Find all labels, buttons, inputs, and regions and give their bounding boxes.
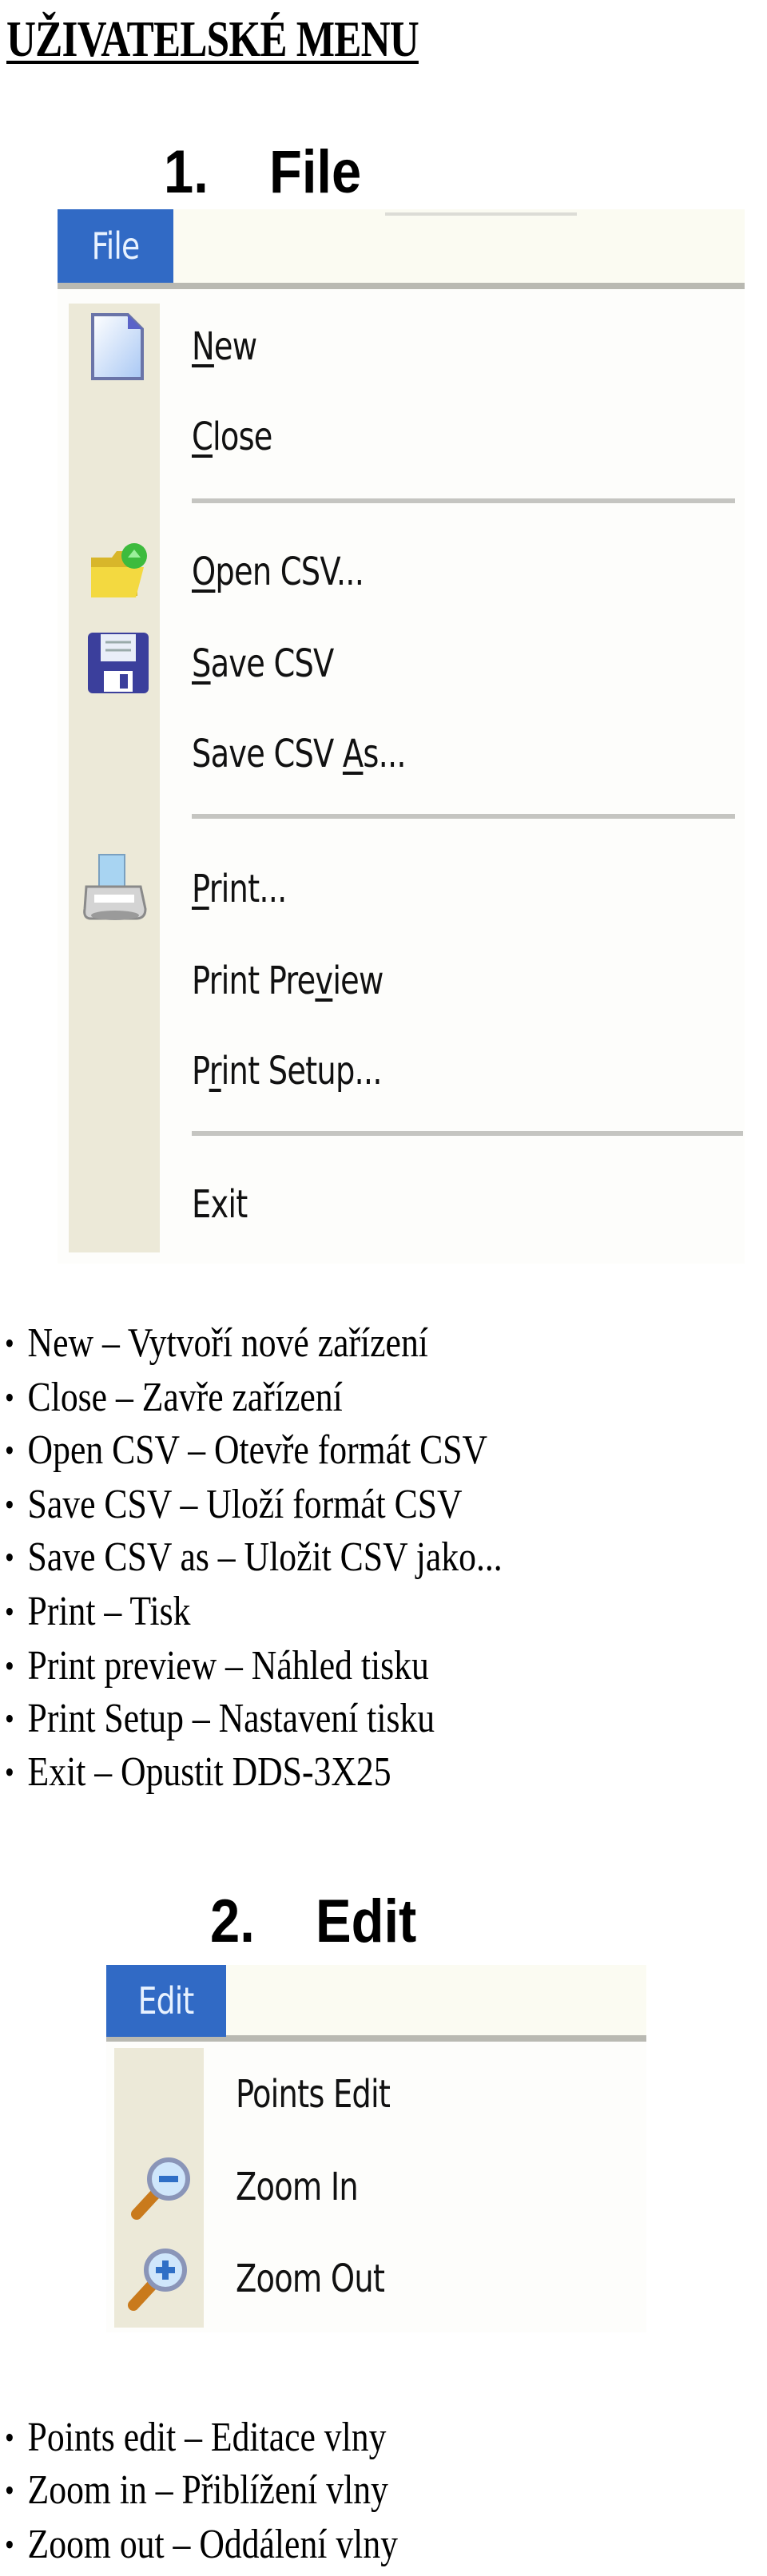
section-heading-edit: 2. Edit [210, 1890, 416, 1954]
edit-menu-screenshot: Edit Points Edit Zoom In Zoom Out [106, 1965, 646, 2332]
floppy-disk-icon [86, 631, 150, 699]
zoom-out-magnifier-icon [125, 2245, 193, 2316]
printer-icon [81, 851, 149, 927]
section-name: Edit [316, 1887, 417, 1955]
list-item: • Save CSV – Uloží formát CSV [5, 1482, 463, 1527]
menu-separator [192, 814, 735, 819]
menu-separator [192, 498, 735, 503]
menu-item-new[interactable]: New [192, 323, 257, 371]
list-item: • Open CSV – Otevře formát CSV [5, 1427, 488, 1473]
menu-item-save-csv[interactable]: Save CSV [192, 640, 334, 688]
list-item: • Close – Zavře zařízení [5, 1375, 343, 1420]
menu-item-open-csv[interactable]: Open CSV... [192, 548, 364, 596]
menu-item-print-preview[interactable]: Print Preview [192, 957, 384, 1005]
menu-item-zoom-out[interactable]: Zoom Out [236, 2255, 385, 2303]
list-item: • Exit – Opustit DDS-3X25 [5, 1749, 391, 1795]
list-item: • New – Vytvoří nové zařízení [5, 1320, 428, 1366]
list-item: • Print Setup – Nastavení tisku [5, 1696, 435, 1741]
section-heading-file: 1. File [164, 141, 361, 204]
menu-item-save-csv-as[interactable]: Save CSV As... [192, 730, 407, 778]
icon-column [69, 304, 160, 1252]
list-item: • Save CSV as – Uložit CSV jako... [5, 1534, 503, 1580]
menu-item-print[interactable]: Print... [192, 865, 287, 913]
list-item: • Points edit – Editace vlny [5, 2415, 387, 2460]
list-item: • Print – Tisk [5, 1589, 191, 1634]
menu-item-print-setup[interactable]: Print Setup... [192, 1047, 383, 1095]
page-title: UŽIVATELSKÉ MENU [6, 10, 419, 67]
menu-item-exit[interactable]: Exit [192, 1181, 248, 1228]
menu-tab-file[interactable]: File [58, 209, 173, 283]
menu-separator [192, 1131, 743, 1136]
section-number: 1. [164, 138, 209, 206]
zoom-in-magnifier-icon [129, 2153, 196, 2225]
new-document-icon [89, 312, 145, 386]
open-folder-icon [88, 535, 152, 606]
section-name: File [269, 138, 362, 206]
menu-tab-edit[interactable]: Edit [106, 1965, 226, 2037]
list-item: • Zoom out – Oddálení vlny [5, 2522, 399, 2567]
section-number: 2. [210, 1887, 255, 1955]
menu-item-close[interactable]: Close [192, 413, 272, 461]
list-item: • Print preview – Náhled tisku [5, 1643, 429, 1689]
menu-bar-highlight-line [385, 212, 577, 216]
menu-item-zoom-in[interactable]: Zoom In [236, 2163, 359, 2211]
menu-item-points-edit[interactable]: Points Edit [236, 2070, 391, 2118]
list-item: • Zoom in – Přiblížení vlny [5, 2467, 388, 2513]
file-menu-screenshot: File New Close Open CSV... Save CSV Save… [58, 209, 745, 1264]
